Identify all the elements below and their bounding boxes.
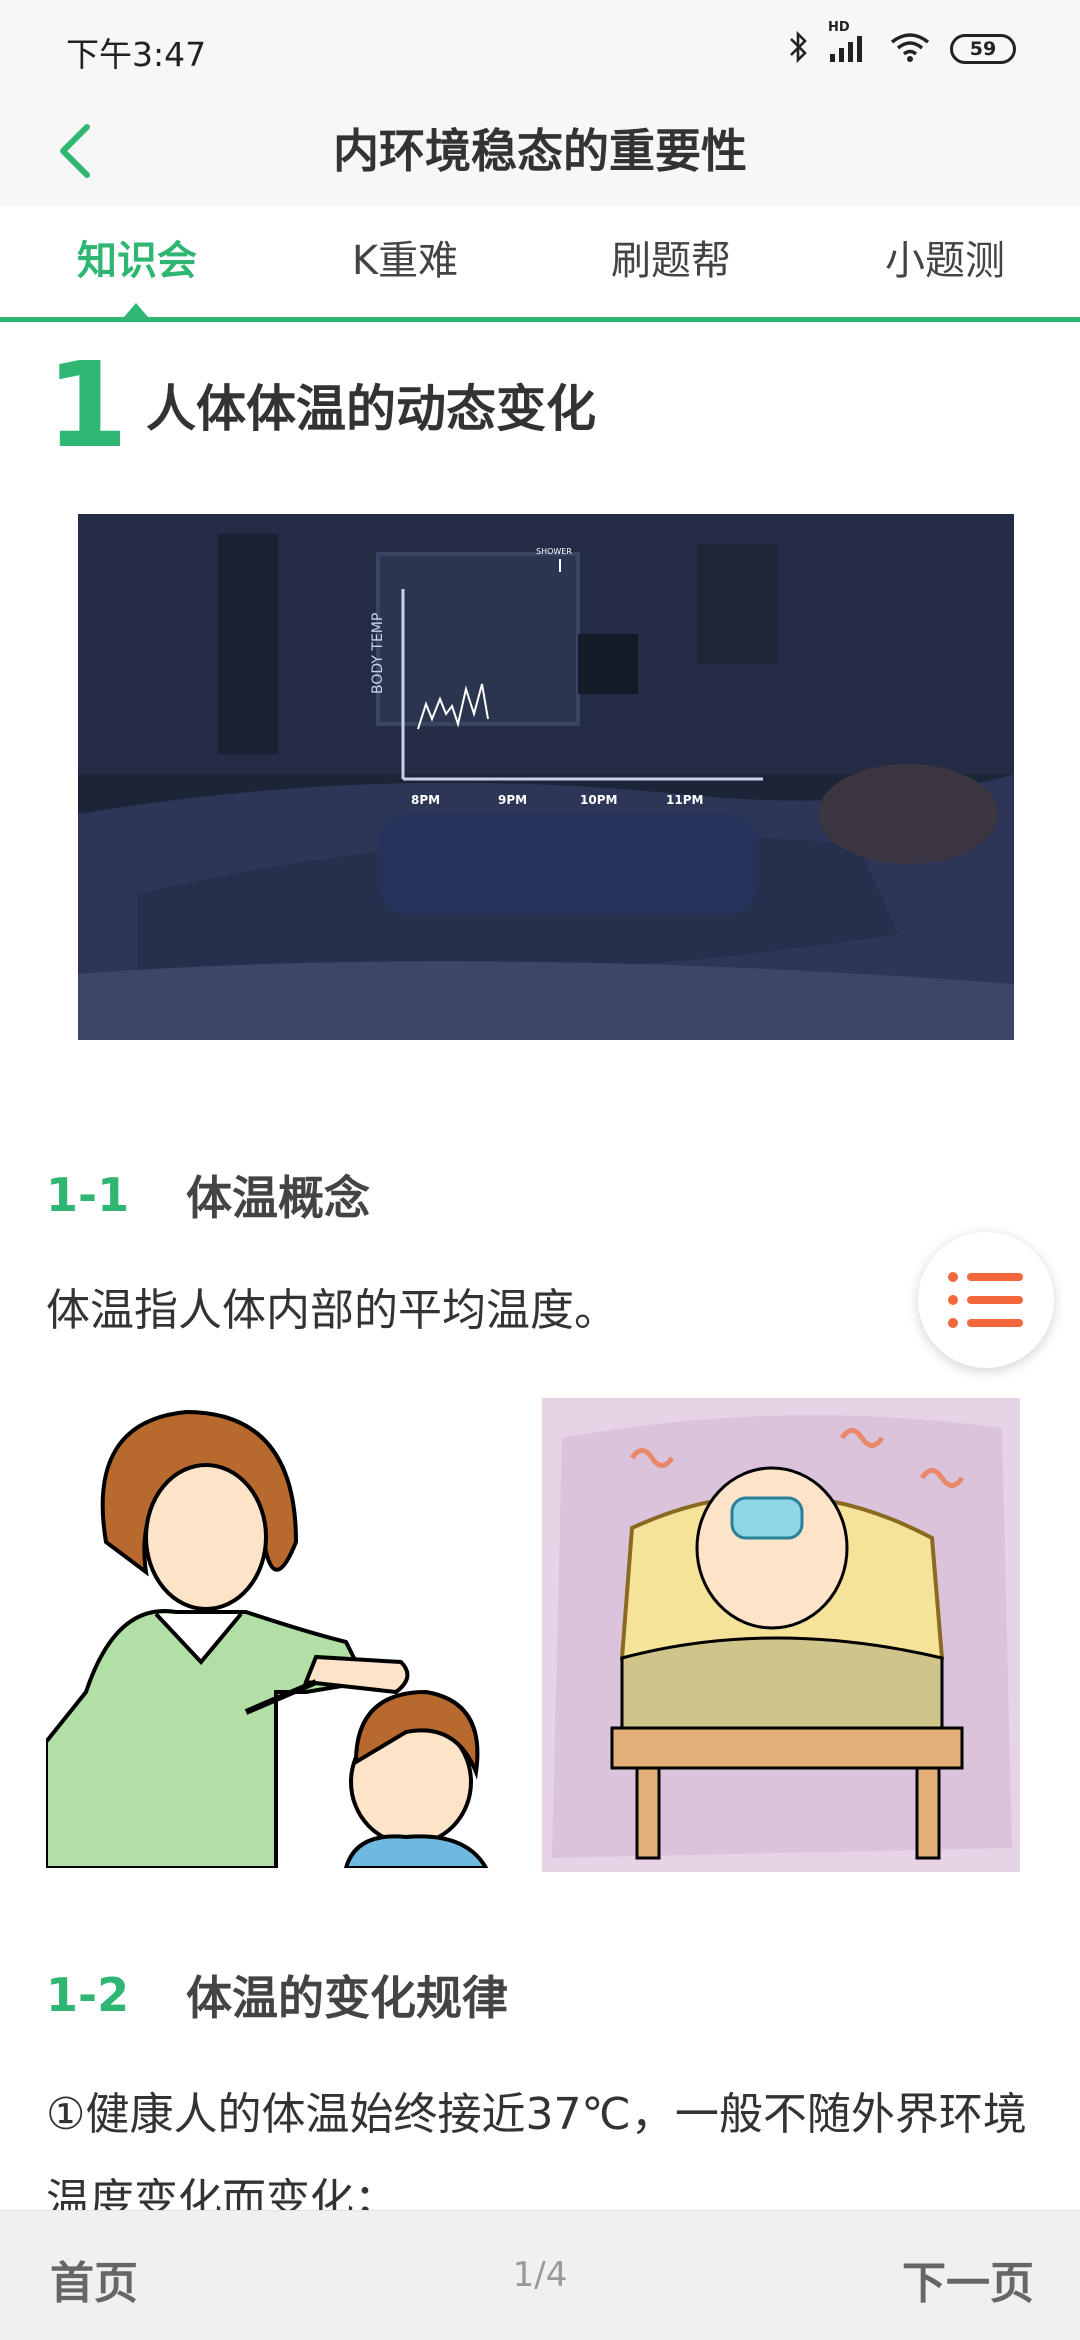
subsection-title: 体温概念 <box>186 1171 370 1225</box>
list-menu-icon <box>948 1272 1023 1328</box>
video-thumbnail[interactable]: BODY TEMP SHOWER 8PM 9PM 10PM 11PM <box>78 514 1014 1040</box>
tab-bar: 知识会 K重难 刷题帮 小题测 <box>0 206 1080 322</box>
section-number: 1 <box>46 336 129 474</box>
section-title: 人体体温的动态变化 <box>146 380 596 438</box>
content-area[interactable]: 1 人体体温的动态变化 BODY TEMP SHOWER 8PM 9PM 10P… <box>0 322 1080 2210</box>
table-of-contents-button[interactable] <box>918 1232 1054 1368</box>
navigation-bar: 内环境稳态的重要性 <box>0 96 1080 206</box>
pagination-bar: 首页 1/4 下一页 <box>0 2210 1080 2340</box>
tab-knowledge[interactable]: 知识会 <box>62 206 212 317</box>
subsection-number: 1-1 <box>46 1168 130 1222</box>
section-heading: 1 人体体温的动态变化 <box>46 340 596 470</box>
paragraph-text: 体温指人体内部的平均温度。 <box>46 1285 618 1336</box>
video-tick-label: 8PM <box>411 793 440 807</box>
subsection-heading: 1-2 体温的变化规律 <box>46 1962 508 2028</box>
status-bar: 下午3:47 HD 59 <box>0 0 1080 96</box>
status-time: 下午3:47 <box>66 35 207 74</box>
sick-child-in-bed-illustration <box>542 1398 1020 1872</box>
video-marker-label: SHOWER <box>536 547 572 556</box>
paragraph-text: ①健康人的体温始终接近37℃，一般不随外界环境温度变化而变化； <box>46 2089 1027 2210</box>
video-axis-label: BODY TEMP <box>370 613 386 694</box>
active-tab-indicator <box>124 303 148 317</box>
tab-key-difficulties[interactable]: K重难 <box>330 206 480 317</box>
signal-icon: HD <box>828 20 870 68</box>
subsection-title: 体温的变化规律 <box>186 1971 508 2025</box>
bluetooth-icon <box>788 30 810 68</box>
next-page-button[interactable]: 下一页 <box>902 2247 1034 2311</box>
tab-practice[interactable]: 刷题帮 <box>596 206 746 317</box>
page-title: 内环境稳态的重要性 <box>333 124 747 178</box>
video-tick-label: 10PM <box>580 793 617 807</box>
network-type-label: HD <box>828 20 850 35</box>
battery-indicator: 59 <box>950 34 1016 64</box>
mother-checking-child-temperature-illustration <box>46 1392 522 1868</box>
status-icons: HD 59 <box>788 20 1016 68</box>
video-tick-label: 9PM <box>498 793 527 807</box>
video-still-image: BODY TEMP SHOWER 8PM 9PM 10PM 11PM <box>78 514 1014 1040</box>
subsection-number: 1-2 <box>46 1968 130 2022</box>
subsection-heading: 1-1 体温概念 <box>46 1162 370 1228</box>
video-tick-label: 11PM <box>666 793 703 807</box>
tab-quiz[interactable]: 小题测 <box>870 206 1020 317</box>
wifi-icon <box>888 30 932 68</box>
